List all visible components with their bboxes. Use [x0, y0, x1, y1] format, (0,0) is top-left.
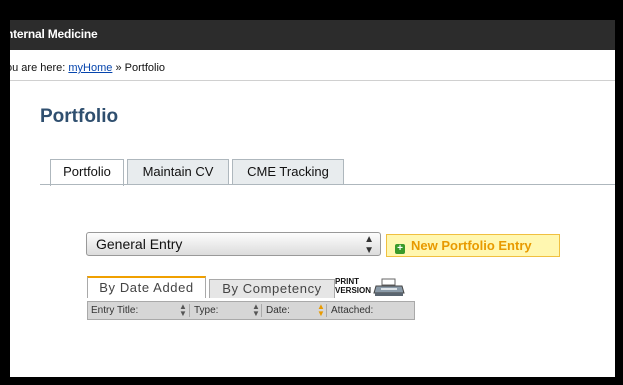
entries-table-header: Entry Title: ▲ ▼ Type: ▲ ▼ Date: ▲ ▼ Attach…: [87, 301, 415, 320]
top-header-bar: nternal Medicine: [10, 20, 615, 50]
printer-icon: [373, 278, 405, 296]
tab-by-competency[interactable]: By Competency: [209, 279, 335, 298]
tab-by-date-added[interactable]: By Date Added: [87, 276, 206, 298]
app-window: nternal Medicine ou are here: myHome » P…: [10, 20, 615, 377]
sort-arrows-icon[interactable]: ▲ ▼: [179, 303, 187, 318]
select-arrows-icon: ▲ ▼: [364, 234, 374, 256]
column-date[interactable]: Date:: [266, 302, 290, 319]
sort-arrows-icon[interactable]: ▲ ▼: [252, 303, 260, 318]
plus-icon: +: [395, 244, 405, 254]
print-version-link[interactable]: PRINT VERSION: [335, 278, 405, 298]
column-divider: [326, 304, 327, 317]
tab-cme-tracking[interactable]: CME Tracking: [232, 159, 344, 184]
new-portfolio-entry-label: New Portfolio Entry: [411, 238, 532, 253]
breadcrumb-home-link[interactable]: myHome: [68, 62, 112, 74]
tab-portfolio[interactable]: Portfolio: [50, 159, 124, 186]
breadcrumb-prefix: ou are here:: [10, 62, 66, 74]
entry-type-select-value: General Entry: [96, 236, 183, 252]
tabs-underline: [40, 184, 615, 185]
column-entry-title[interactable]: Entry Title:: [91, 302, 138, 319]
breadcrumb-current: Portfolio: [124, 62, 166, 74]
breadcrumb-separator: »: [115, 62, 122, 74]
column-type[interactable]: Type:: [194, 302, 218, 319]
entry-type-select[interactable]: General Entry ▲ ▼: [86, 232, 381, 256]
sort-arrows-icon-active[interactable]: ▲ ▼: [317, 303, 325, 318]
app-title: nternal Medicine: [10, 27, 98, 41]
breadcrumb-divider: [10, 80, 615, 81]
page-title: Portfolio: [40, 106, 119, 127]
column-attached[interactable]: Attached:: [331, 302, 373, 319]
column-divider: [261, 304, 262, 317]
print-label-line2: VERSION: [335, 286, 372, 295]
breadcrumb: ou are here: myHome » Portfolio: [10, 62, 165, 74]
tab-maintain-cv[interactable]: Maintain CV: [127, 159, 229, 184]
print-label-line1: PRINT: [335, 277, 359, 286]
column-divider: [189, 304, 190, 317]
new-portfolio-entry-button[interactable]: + New Portfolio Entry: [386, 234, 560, 257]
